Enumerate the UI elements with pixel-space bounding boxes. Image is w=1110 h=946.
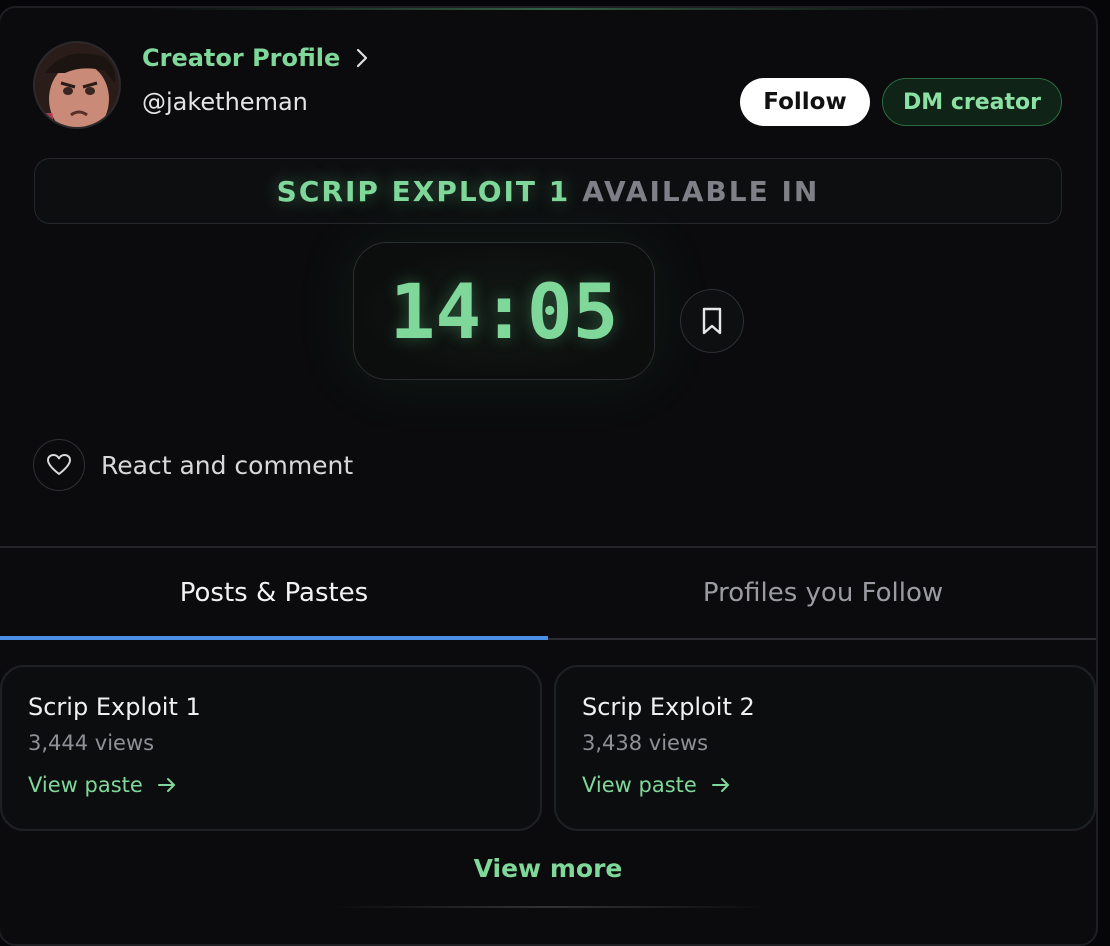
bookmark-button[interactable] [680, 289, 744, 353]
view-more-button[interactable]: View more [0, 854, 1096, 883]
post-views: 3,438 views [582, 731, 709, 755]
top-glow [150, 8, 950, 10]
post-card[interactable]: Scrip Exploit 2 3,438 views View paste [554, 665, 1096, 831]
creator-card: Creator Profile @jaketheman Follow DM cr… [0, 6, 1098, 946]
availability-banner: SCRIP EXPLOIT 1 AVAILABLE IN [34, 158, 1062, 224]
countdown-timer: 14:05 [353, 242, 655, 380]
view-paste-link[interactable]: View paste [28, 773, 540, 797]
creator-profile-link[interactable]: Creator Profile [142, 44, 370, 72]
post-title: Scrip Exploit 2 [582, 693, 755, 721]
view-paste-label: View paste [28, 773, 143, 797]
react-and-comment-label: React and comment [101, 450, 354, 480]
post-views: 3,444 views [28, 731, 155, 755]
bookmark-icon [702, 307, 722, 335]
avatar-image [35, 43, 119, 127]
tab-posts-and-pastes[interactable]: Posts & Pastes [0, 578, 548, 618]
heart-icon-wrapper [33, 439, 85, 491]
bottom-glow [330, 906, 770, 908]
tab-profiles-you-follow[interactable]: Profiles you Follow [548, 578, 1096, 618]
creator-profile-label: Creator Profile [142, 44, 341, 72]
chevron-right-icon [357, 48, 368, 68]
heart-icon [47, 454, 71, 475]
post-title: Scrip Exploit 1 [28, 693, 201, 721]
creator-handle: @jaketheman [142, 88, 308, 116]
section-divider [0, 546, 1096, 548]
post-card[interactable]: Scrip Exploit 1 3,444 views View paste [0, 665, 542, 831]
arrow-right-icon [711, 778, 729, 792]
active-tab-indicator [0, 636, 548, 640]
follow-button[interactable]: Follow [740, 78, 870, 126]
availability-item-name: SCRIP EXPLOIT 1 [276, 174, 571, 208]
react-and-comment-button[interactable]: React and comment [33, 439, 353, 491]
dm-creator-button[interactable]: DM creator [882, 78, 1062, 126]
view-paste-label: View paste [582, 773, 697, 797]
availability-suffix: AVAILABLE IN [582, 174, 820, 208]
arrow-right-icon [157, 778, 175, 792]
avatar[interactable] [33, 41, 121, 129]
view-paste-link[interactable]: View paste [582, 773, 1094, 797]
